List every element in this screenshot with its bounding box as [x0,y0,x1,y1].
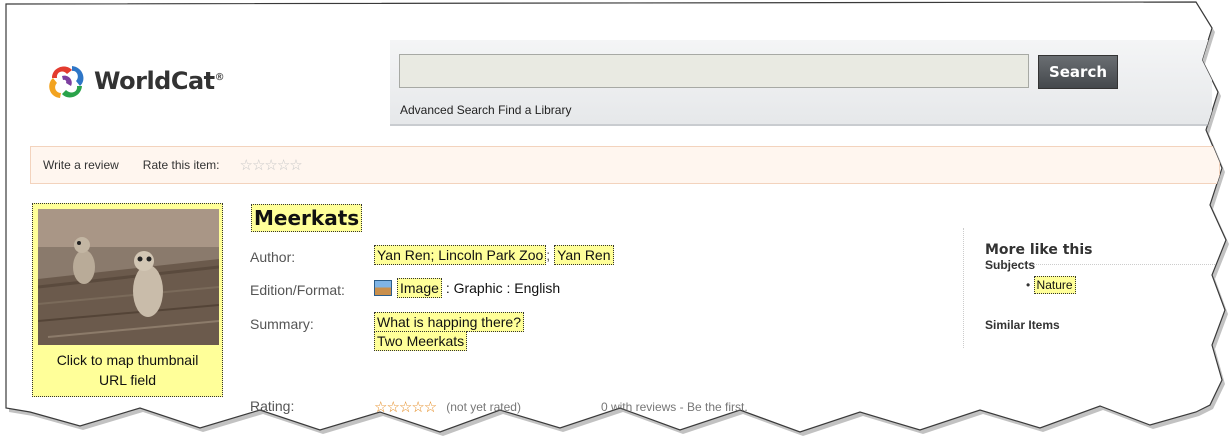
thumbnail-caption-line-1: Click to map thumbnail [56,352,199,368]
search-panel: Search Advanced Search Find a Library [390,40,1212,126]
search-links: Advanced Search Find a Library [400,103,571,117]
brand-name: WorldCat [94,67,215,95]
brand-registered-mark: ® [214,72,225,83]
author-label: Author: [250,249,296,265]
subject-list-item: • Nature [1026,278,1076,292]
author-link-1[interactable]: Yan Ren; Lincoln Park Zoo [374,245,546,265]
search-button[interactable]: Search [1038,55,1118,89]
summary-value: What is happing there? Two Meerkats [374,314,524,349]
more-like-this-panel: More like this Subjects • Nature Similar… [963,228,1218,348]
review-bar: Write a review Rate this item: ☆☆☆☆☆ [30,146,1220,184]
worldcat-logo-icon [44,58,90,104]
summary-label: Summary: [250,316,314,332]
edition-format-value: Image : Graphic : English [374,280,560,296]
author-link-2[interactable]: Yan Ren [554,245,613,265]
record-title: Meerkats [251,204,362,232]
format-details: : Graphic : English [445,280,561,296]
search-input[interactable] [399,54,1029,88]
image-format-icon [374,280,392,296]
summary-line-2: Two Meerkats [374,331,467,351]
write-review-link[interactable]: Write a review [43,158,119,172]
rate-stars-icon[interactable]: ☆☆☆☆☆ [240,156,302,174]
meerkats-thumbnail-image [38,209,219,345]
subject-nature-link[interactable]: Nature [1034,276,1076,294]
bullet-icon: • [1026,278,1031,292]
advanced-search-link[interactable]: Advanced Search [400,103,495,117]
more-like-this-heading: More like this [985,242,1093,258]
rating-value: ☆☆☆☆☆ (not yet rated) 0 with reviews - B… [374,398,748,416]
similar-items-label[interactable]: Similar Items [985,318,1060,332]
summary-line-1: What is happing there? [374,312,524,332]
subjects-label: Subjects [985,258,1036,272]
author-value: Yan Ren; Lincoln Park Zoo; Yan Ren [374,247,614,263]
author-separator: ; [546,247,551,263]
thumbnail-box[interactable]: Click to map thumbnail URL field [32,203,223,397]
find-a-library-link[interactable]: Find a Library [498,103,571,117]
edition-format-label: Edition/Format: [250,282,345,298]
rate-item-label: Rate this item: [142,158,220,172]
format-image-link[interactable]: Image [397,278,442,298]
thumbnail-caption-line-2: URL field [98,372,157,388]
rating-status: (not yet rated) [446,400,521,414]
worldcat-page: WorldCat® Search Advanced Search Find a … [0,0,1230,440]
worldcat-logo[interactable]: WorldCat® [44,58,224,104]
thumbnail-caption: Click to map thumbnail URL field [33,350,222,390]
